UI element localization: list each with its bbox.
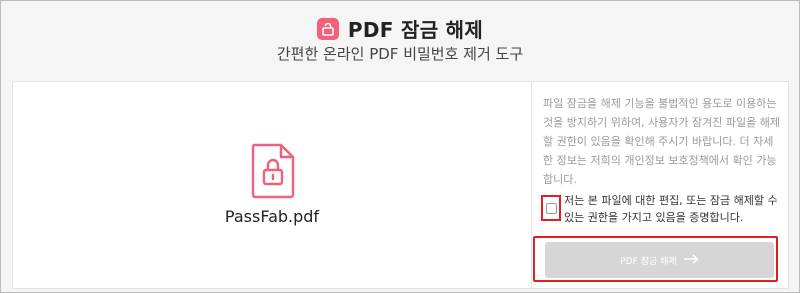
- page-title: PDF 잠금 해제: [347, 18, 484, 42]
- header: PDF 잠금 해제 간편한 온라인 PDF 비밀번호 제거 도구: [1, 1, 799, 79]
- agree-checkbox[interactable]: [546, 203, 557, 214]
- unlock-icon: [316, 17, 339, 40]
- unlock-sidebar: 파일 잠금을 해제 기능을 불법적인 용도로 이용하는 것을 방지하기 위하여,…: [531, 82, 789, 288]
- arrow-right-icon: [683, 253, 699, 267]
- unlock-button-label: PDF 잠금 해제: [620, 256, 677, 267]
- file-preview: PassFab.pdf: [13, 82, 532, 288]
- main-panel: PassFab.pdf 파일 잠금을 해제 기능을 불법적인 용도로 이용하는 …: [12, 81, 789, 289]
- legal-notice: 파일 잠금을 해제 기능을 불법적인 용도로 이용하는 것을 방지하기 위하여,…: [543, 97, 780, 186]
- pdf-lock-icon: [249, 143, 297, 199]
- file-name: PassFab.pdf: [224, 207, 320, 226]
- page-subtitle: 간편한 온라인 PDF 비밀번호 제거 도구: [276, 45, 524, 63]
- unlock-button[interactable]: PDF 잠금 해제: [545, 242, 774, 278]
- title-row: PDF 잠금 해제: [1, 14, 799, 43]
- agree-label[interactable]: 저는 본 파일에 대한 편집, 또는 잠금 해제할 수 있는 권한을 가지고 있…: [564, 192, 786, 226]
